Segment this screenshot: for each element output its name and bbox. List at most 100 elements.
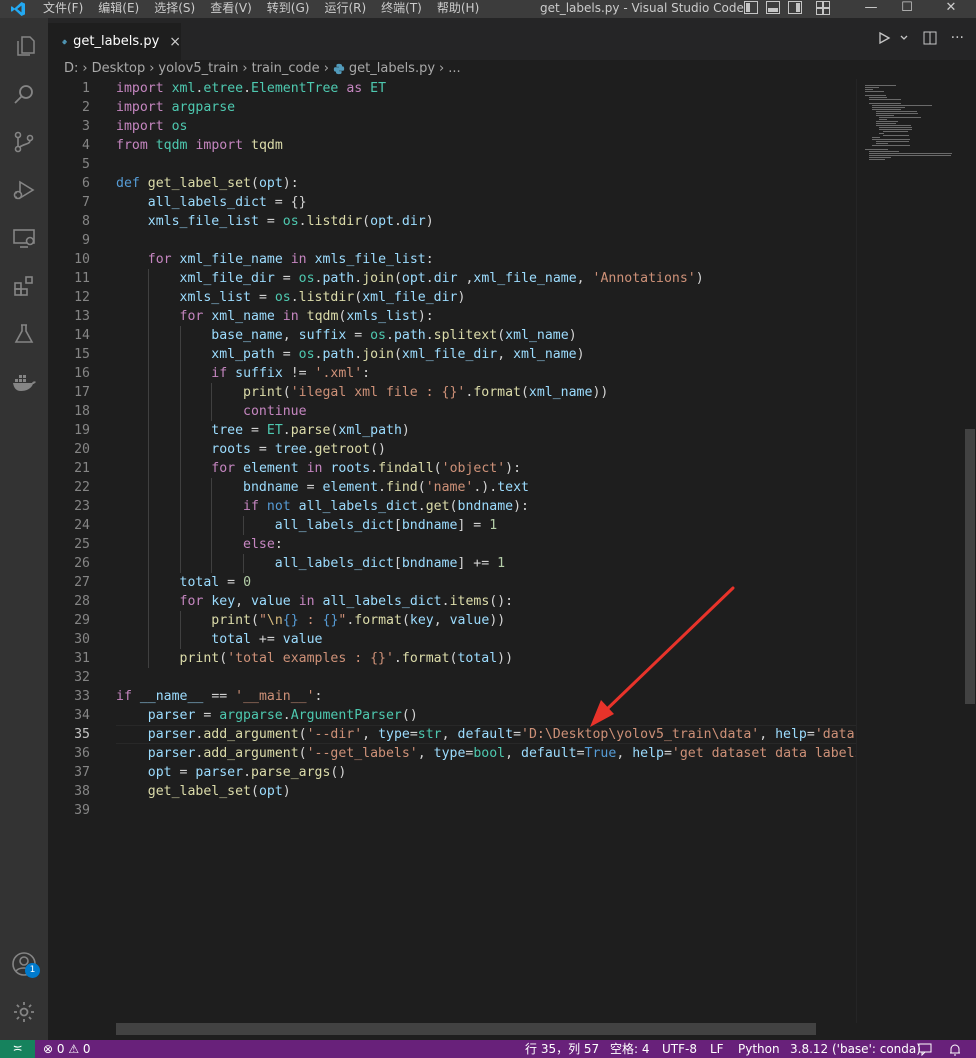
toggle-sidebar-icon[interactable] <box>744 1 758 14</box>
remote-indicator-icon[interactable]: ≍ <box>0 1040 35 1058</box>
problems-indicator[interactable]: ⊗ 0 ⚠ 0 <box>43 1041 91 1057</box>
tab-get-labels[interactable]: get_labels.py × <box>48 23 181 60</box>
vertical-scrollbar[interactable] <box>962 79 976 1023</box>
language-mode[interactable]: Python <box>738 1041 780 1057</box>
code-line[interactable]: 33 if __name__ == '__main__': <box>48 687 856 706</box>
minimap-line <box>879 133 884 134</box>
code-editor[interactable]: 1 import xml.etree.ElementTree as ET 2 impo… <box>48 79 856 1023</box>
extensions-icon[interactable] <box>0 262 48 310</box>
menu-terminal[interactable]: 终端(T) <box>381 0 422 16</box>
encoding[interactable]: UTF-8 <box>662 1041 697 1057</box>
minimap[interactable] <box>856 79 963 1023</box>
menu-file[interactable]: 文件(F) <box>43 0 83 16</box>
code-line[interactable]: 24 all_labels_dict[bndname] = 1 <box>48 516 856 535</box>
code-line[interactable]: 23 if not all_labels_dict.get(bndname): <box>48 497 856 516</box>
code-line[interactable]: 3 import os <box>48 117 856 136</box>
breadcrumb-yolov5-train[interactable]: yolov5_train <box>158 60 238 78</box>
horizontal-scrollbar-thumb[interactable] <box>116 1023 816 1035</box>
python-interpreter[interactable]: 3.8.12 ('base': conda) <box>790 1041 921 1057</box>
remote-explorer-icon[interactable] <box>0 214 48 262</box>
code-line[interactable]: 39 <box>48 801 856 820</box>
toggle-secondary-sidebar-icon[interactable] <box>788 1 802 14</box>
code-token: parser <box>195 765 244 780</box>
breadcrumb-file[interactable]: get_labels.py <box>349 60 435 78</box>
code-line[interactable]: 31 print('total examples : {}'.format(to… <box>48 649 856 668</box>
code-line[interactable]: 28 for key, value in all_labels_dict.ite… <box>48 592 856 611</box>
code-line[interactable]: 27 total = 0 <box>48 573 856 592</box>
menu-help[interactable]: 帮助(H) <box>437 0 479 16</box>
tab-close-icon[interactable]: × <box>169 34 181 50</box>
code-line[interactable]: 35 parser.add_argument('--dir', type=str… <box>48 725 856 744</box>
code-token: xml_file_name <box>473 271 577 286</box>
breadcrumb-more[interactable]: ... <box>448 60 460 78</box>
code-line[interactable]: 38 get_label_set(opt) <box>48 782 856 801</box>
code-line[interactable]: 16 if suffix != '.xml': <box>48 364 856 383</box>
run-python-file-icon[interactable] <box>877 31 891 45</box>
customize-layout-icon[interactable] <box>816 1 830 15</box>
breadcrumb-train-code[interactable]: train_code <box>252 60 320 78</box>
code-line[interactable]: 21 for element in roots.findall('object'… <box>48 459 856 478</box>
end-of-line[interactable]: LF <box>710 1041 724 1057</box>
code-line[interactable]: 26 all_labels_dict[bndname] += 1 <box>48 554 856 573</box>
code-line[interactable]: 18 continue <box>48 402 856 421</box>
indentation[interactable]: 空格: 4 <box>610 1041 650 1057</box>
code-line[interactable]: 14 base_name, suffix = os.path.splitext(… <box>48 326 856 345</box>
code-line[interactable]: 30 total += value <box>48 630 856 649</box>
close-icon[interactable]: ✕ <box>936 0 966 18</box>
code-line[interactable]: 22 bndname = element.find('name'.).text <box>48 478 856 497</box>
cursor-position[interactable]: 行 35，列 57 <box>525 1041 599 1057</box>
code-line[interactable]: 7 all_labels_dict = {} <box>48 193 856 212</box>
code-line[interactable]: 12 xmls_list = os.listdir(xml_file_dir) <box>48 288 856 307</box>
accounts-icon[interactable]: 1 <box>0 940 48 988</box>
code-line[interactable]: 8 xmls_file_list = os.listdir(opt.dir) <box>48 212 856 231</box>
code-line[interactable]: 9 <box>48 231 856 250</box>
run-debug-icon[interactable] <box>0 166 48 214</box>
code-line[interactable]: 20 roots = tree.getroot() <box>48 440 856 459</box>
vscode-logo-icon[interactable] <box>10 1 26 17</box>
code-line[interactable]: 6 def get_label_set(opt): <box>48 174 856 193</box>
feedback-icon[interactable] <box>918 1042 932 1056</box>
menu-go[interactable]: 转到(G) <box>267 0 310 16</box>
code-line[interactable]: 34 parser = argparse.ArgumentParser() <box>48 706 856 725</box>
menu-selection[interactable]: 选择(S) <box>154 0 195 16</box>
testing-icon[interactable] <box>0 310 48 358</box>
source-control-icon[interactable] <box>0 118 48 166</box>
manage-gear-icon[interactable] <box>0 988 48 1036</box>
code-token: )) <box>497 651 514 666</box>
code-line[interactable]: 1 import xml.etree.ElementTree as ET <box>48 79 856 98</box>
code-line[interactable]: 37 opt = parser.parse_args() <box>48 763 856 782</box>
code-line[interactable]: 29 print("\n{} : {}".format(key, value)) <box>48 611 856 630</box>
explorer-icon[interactable] <box>0 22 50 70</box>
breadcrumb-drive[interactable]: D: <box>64 60 78 78</box>
breadcrumb-desktop[interactable]: Desktop <box>92 60 146 78</box>
code-line[interactable]: 4 from tqdm import tqdm <box>48 136 856 155</box>
code-line[interactable]: 10 for xml_file_name in xmls_file_list: <box>48 250 856 269</box>
code-line[interactable]: 32 <box>48 668 856 687</box>
code-line[interactable]: 13 for xml_name in tqdm(xmls_list): <box>48 307 856 326</box>
code-line[interactable]: 15 xml_path = os.path.join(xml_file_dir,… <box>48 345 856 364</box>
menu-run[interactable]: 运行(R) <box>324 0 366 16</box>
notifications-bell-icon[interactable] <box>948 1042 962 1056</box>
toggle-panel-icon[interactable] <box>766 1 780 14</box>
code-line[interactable]: 5 <box>48 155 856 174</box>
code-line[interactable]: 11 xml_file_dir = os.path.join(opt.dir ,… <box>48 269 856 288</box>
more-actions-icon[interactable]: ··· <box>951 30 964 46</box>
code-line[interactable]: 2 import argparse <box>48 98 856 117</box>
code-line[interactable]: 19 tree = ET.parse(xml_path) <box>48 421 856 440</box>
search-icon[interactable] <box>0 70 48 118</box>
minimize-icon[interactable]: — <box>856 0 886 18</box>
code-token: ( <box>298 727 307 742</box>
split-editor-icon[interactable] <box>923 31 937 45</box>
maximize-icon[interactable]: ☐ <box>892 0 922 18</box>
code-line[interactable]: 36 parser.add_argument('--get_labels', t… <box>48 744 856 763</box>
code-line[interactable]: 25 else: <box>48 535 856 554</box>
run-dropdown-chevron-icon[interactable] <box>899 31 909 45</box>
menu-view[interactable]: 查看(V) <box>210 0 252 16</box>
code-line[interactable]: 17 print('ilegal xml file : {}'.format(x… <box>48 383 856 402</box>
vertical-scrollbar-thumb[interactable] <box>965 429 975 704</box>
docker-icon[interactable] <box>0 358 48 406</box>
menu-edit[interactable]: 编辑(E) <box>98 0 139 16</box>
